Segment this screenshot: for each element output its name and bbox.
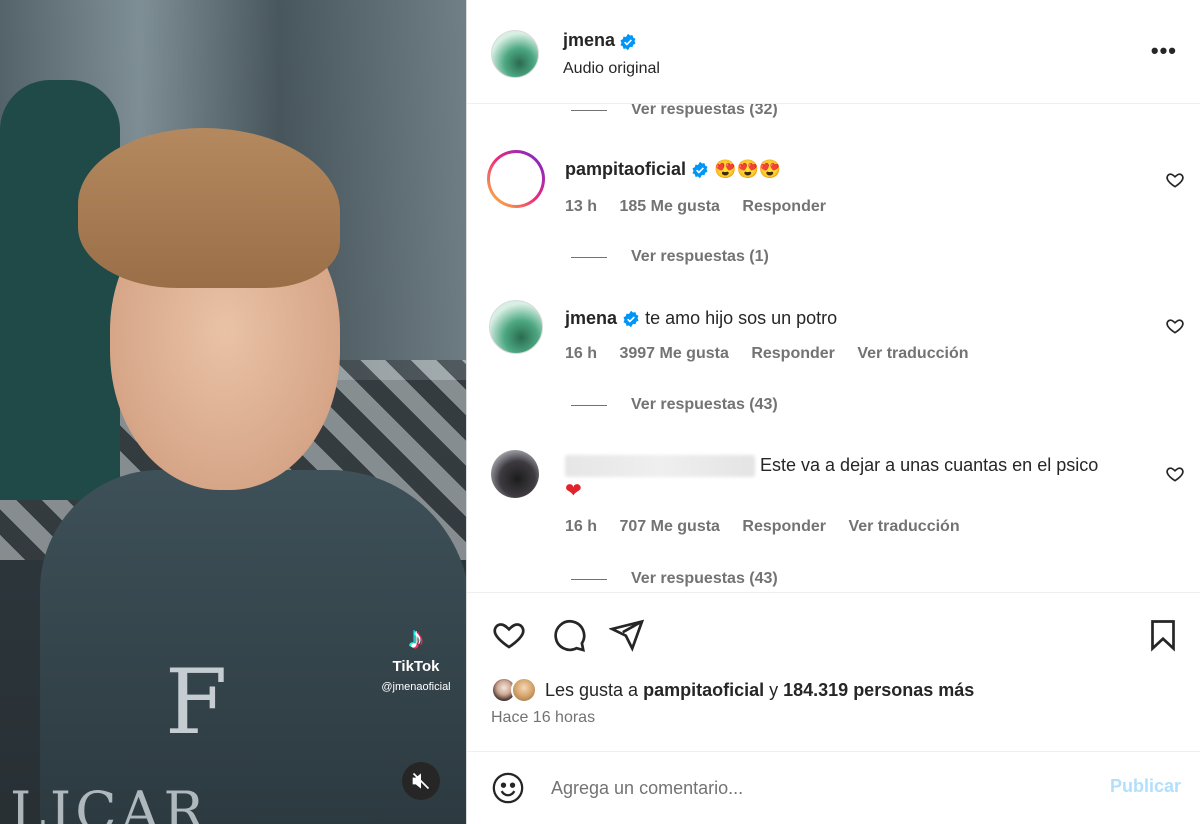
comment-text: Este va a dejar a unas cuantas en el psi… <box>760 455 1099 475</box>
comment-username[interactable]: jmena <box>565 308 617 328</box>
background-person <box>0 80 120 500</box>
mute-button[interactable] <box>402 762 440 800</box>
comment-likes[interactable]: 3997 Me gusta <box>619 345 728 362</box>
add-comment-bar: Publicar <box>467 752 1200 824</box>
publish-button[interactable]: Publicar <box>1110 776 1181 797</box>
view-replies-label: Ver respuestas (1) <box>631 248 769 265</box>
avatar[interactable] <box>491 30 539 78</box>
likes-summary: Les gusta a pampitaoficial y 184.319 per… <box>491 677 974 703</box>
comment-time[interactable]: 16 h <box>565 345 597 362</box>
like-comment-heart-icon[interactable] <box>1165 316 1185 336</box>
likes-prefix: Les gusta a <box>545 679 644 700</box>
tiktok-watermark: ♪ TikTok @jmenaoficial <box>366 622 466 694</box>
tiktok-handle: @jmenaoficial <box>381 681 451 693</box>
blurred-username[interactable] <box>565 455 755 478</box>
post-media[interactable]: F LICAR ♪ TikTok @jmenaoficial <box>0 0 466 824</box>
reply-button[interactable]: Responder <box>742 518 826 535</box>
view-replies-button[interactable]: Ver respuestas (32) <box>571 104 778 119</box>
comment-bubble-icon[interactable] <box>551 617 587 653</box>
post-actions: Les gusta a pampitaoficial y 184.319 per… <box>467 592 1200 752</box>
tiktok-brand: TikTok <box>392 658 440 675</box>
speaker-muted-icon <box>412 772 430 790</box>
view-replies-label: Ver respuestas (32) <box>631 104 778 118</box>
comment-time[interactable]: 13 h <box>565 198 597 215</box>
post-author: jmena <box>563 30 637 51</box>
share-paper-plane-icon[interactable] <box>609 617 645 653</box>
avatar[interactable] <box>487 150 545 208</box>
post-timestamp[interactable]: Hace 16 horas <box>491 709 595 727</box>
translate-button[interactable]: Ver traducción <box>848 518 959 535</box>
comment: Este va a dejar a unas cuantas en el psi… <box>565 454 1145 478</box>
replies-divider <box>571 578 607 580</box>
comments-list: Ver respuestas (32) pampitaoficial 😍😍😍 1… <box>467 104 1200 592</box>
comment: jmena te amo hijo sos un potro <box>565 307 837 329</box>
cape-logo: F <box>165 650 228 755</box>
view-replies-button[interactable]: Ver respuestas (43) <box>571 396 778 414</box>
save-bookmark-icon[interactable] <box>1145 617 1181 653</box>
verified-badge-icon <box>692 162 708 179</box>
view-replies-button[interactable]: Ver respuestas (43) <box>571 570 778 588</box>
likes-user[interactable]: pampitaoficial <box>643 680 764 700</box>
like-comment-heart-icon[interactable] <box>1165 170 1185 190</box>
cape-text: LICAR <box>10 780 209 824</box>
red-heart-emoji: ❤ <box>565 480 582 502</box>
comment: pampitaoficial 😍😍😍 <box>565 158 781 180</box>
comment-likes[interactable]: 707 Me gusta <box>619 518 719 535</box>
avatar[interactable] <box>491 450 539 498</box>
view-replies-label: Ver respuestas (43) <box>631 396 778 413</box>
likes-count[interactable]: 184.319 personas más <box>783 680 974 700</box>
post-header: jmena Audio original ••• <box>467 0 1200 104</box>
translate-button[interactable]: Ver traducción <box>857 345 968 362</box>
reply-button[interactable]: Responder <box>742 198 826 215</box>
likes-text[interactable]: Les gusta a pampitaoficial y 184.319 per… <box>545 680 974 701</box>
replies-divider <box>571 404 607 406</box>
comment-text: 😍😍😍 <box>714 159 782 179</box>
tiktok-icon: ♪ <box>408 622 424 655</box>
more-options-icon[interactable]: ••• <box>1151 38 1177 64</box>
view-replies-label: Ver respuestas (43) <box>631 570 778 587</box>
like-comment-heart-icon[interactable] <box>1165 464 1185 484</box>
comment-input[interactable] <box>551 774 1071 802</box>
like-heart-icon[interactable] <box>491 617 527 653</box>
comment-text: te amo hijo sos un potro <box>645 308 838 328</box>
likes-middle: y <box>764 679 784 700</box>
audio-original-link[interactable]: Audio original <box>563 60 660 78</box>
replies-divider <box>571 256 607 258</box>
liker-avatar <box>511 677 537 703</box>
emoji-icon[interactable] <box>491 771 525 805</box>
comment-time[interactable]: 16 h <box>565 518 597 535</box>
comment-likes[interactable]: 185 Me gusta <box>619 198 719 215</box>
replies-divider <box>571 109 607 111</box>
reply-button[interactable]: Responder <box>751 345 835 362</box>
verified-badge-icon <box>620 33 636 51</box>
post-details-panel: jmena Audio original ••• Ver respuestas … <box>466 0 1200 824</box>
comment-meta: 13 h 185 Me gusta Responder <box>565 198 844 216</box>
verified-badge-icon <box>623 311 639 328</box>
comment-meta: 16 h 707 Me gusta Responder Ver traducci… <box>565 518 978 536</box>
view-replies-button[interactable]: Ver respuestas (1) <box>571 248 769 266</box>
comment-meta: 16 h 3997 Me gusta Responder Ver traducc… <box>565 345 987 363</box>
avatar[interactable] <box>489 300 543 354</box>
author-username[interactable]: jmena <box>563 30 615 50</box>
comment-username[interactable]: pampitaoficial <box>565 159 686 179</box>
